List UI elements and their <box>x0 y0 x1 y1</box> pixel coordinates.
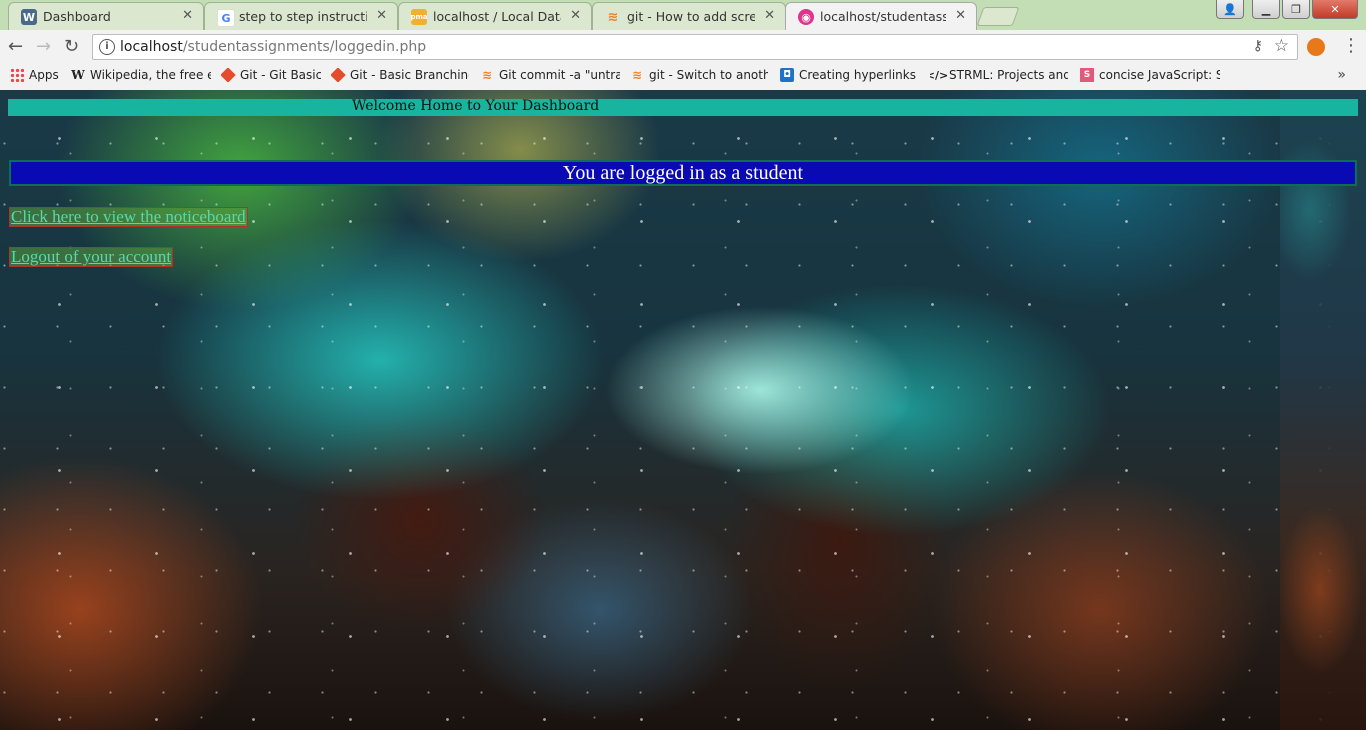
welcome-text: Welcome Home to Your Dashboard <box>352 98 600 114</box>
bookmark-label: Apps <box>29 68 59 82</box>
s-icon: S <box>1080 68 1094 82</box>
wikipedia-icon: W <box>71 68 85 82</box>
info-icon[interactable]: i <box>99 39 115 55</box>
maximize-button[interactable]: ❐ <box>1282 0 1310 19</box>
bookmark-apps[interactable]: Apps <box>10 68 62 82</box>
link-icon: ◘ <box>780 68 794 82</box>
user-icon[interactable]: 👤 <box>1216 0 1244 19</box>
bookmark-git-switch[interactable]: ≋ git - Switch to anothe <box>630 68 768 82</box>
bookmark-label: Git commit -a "untrac <box>499 68 620 82</box>
tab-local-database[interactable]: pma localhost / Local Databa ✕ <box>398 2 592 30</box>
wordpress-icon: W <box>21 9 37 25</box>
logged-in-banner: You are logged in as a student <box>9 160 1357 186</box>
minimize-button[interactable]: ▁ <box>1252 0 1280 19</box>
browser-toolbar: ← → ↻ i localhost/studentassignments/log… <box>0 30 1366 65</box>
close-icon[interactable]: ✕ <box>570 8 581 23</box>
extension-icon[interactable] <box>1307 38 1325 56</box>
bookmark-creating-hyperlinks[interactable]: ◘ Creating hyperlinks - L <box>780 68 918 82</box>
stackoverflow-icon: ≋ <box>607 9 619 25</box>
close-icon[interactable]: ✕ <box>955 8 966 23</box>
bookmark-label: Wikipedia, the free en <box>90 68 211 82</box>
logged-in-text: You are logged in as a student <box>562 162 804 184</box>
google-icon: G <box>217 9 235 27</box>
close-window-button[interactable]: ✕ <box>1312 0 1358 19</box>
more-bookmarks-icon[interactable]: » <box>1337 67 1346 83</box>
key-icon[interactable]: ⚷ <box>1253 38 1263 54</box>
git-icon <box>221 68 236 82</box>
address-bar[interactable]: i localhost/studentassignments/loggedin.… <box>92 34 1298 60</box>
bookmark-wikipedia[interactable]: W Wikipedia, the free en <box>71 68 211 82</box>
window-controls: 👤 ▁ ❐ ✕ <box>1216 0 1358 19</box>
nebula-background <box>0 90 1366 730</box>
git-icon <box>331 68 346 82</box>
bookmark-star-icon[interactable]: ☆ <box>1274 36 1289 56</box>
new-tab-button[interactable] <box>976 7 1020 26</box>
tab-step-instructions[interactable]: G step to step instructions ✕ <box>204 2 398 30</box>
stackoverflow-icon: ≋ <box>481 68 493 82</box>
tab-dashboard[interactable]: W Dashboard ✕ <box>8 2 204 30</box>
code-icon: </> <box>930 68 949 82</box>
bookmark-label: STRML: Projects and V <box>949 68 1068 82</box>
site-icon: ◉ <box>798 9 814 25</box>
close-icon[interactable]: ✕ <box>182 8 193 23</box>
tab-git-screenshot[interactable]: ≋ git - How to add screens ✕ <box>592 2 786 30</box>
close-icon[interactable]: ✕ <box>376 8 387 23</box>
bookmark-strml[interactable]: </> STRML: Projects and V <box>930 68 1068 82</box>
reload-icon[interactable]: ↻ <box>64 36 79 57</box>
bookmark-label: Git - Git Basics <box>240 68 321 82</box>
tab-title: step to step instructions <box>239 9 367 24</box>
bookmark-concise-js[interactable]: S concise JavaScript: Sli <box>1080 68 1220 82</box>
background-tile-edge <box>1280 90 1366 730</box>
tab-strip: W Dashboard ✕ G step to step instruction… <box>0 0 1366 31</box>
bookmark-git-commit[interactable]: ≋ Git commit -a "untrac <box>480 68 620 82</box>
close-icon[interactable]: ✕ <box>764 8 775 23</box>
page-content: Welcome Home to Your Dashboard You are l… <box>0 90 1366 730</box>
tab-studentassignments[interactable]: ◉ localhost/studentassignm ✕ <box>785 2 977 31</box>
bookmark-git-branching[interactable]: Git - Basic Branching a <box>331 68 469 82</box>
logout-link[interactable]: Logout of your account <box>9 247 174 267</box>
url-text[interactable]: localhost/studentassignments/loggedin.ph… <box>120 39 426 55</box>
bookmark-label: concise JavaScript: Sli <box>1099 68 1220 82</box>
bookmarks-bar: Apps W Wikipedia, the free en Git - Git … <box>0 64 1366 91</box>
bookmark-label: Git - Basic Branching a <box>350 68 469 82</box>
tab-title: Dashboard <box>43 9 111 24</box>
bookmark-git-basics[interactable]: Git - Git Basics <box>221 68 321 82</box>
phpmyadmin-icon: pma <box>410 9 428 25</box>
noticeboard-link[interactable]: Click here to view the noticeboard <box>9 207 248 227</box>
tab-title: git - How to add screens <box>627 9 755 24</box>
stackoverflow-icon: ≋ <box>631 68 643 82</box>
forward-icon[interactable]: → <box>36 36 51 57</box>
back-icon[interactable]: ← <box>8 36 23 57</box>
menu-icon[interactable]: ⋮ <box>1342 35 1360 56</box>
tab-title: localhost / Local Databa <box>433 9 561 24</box>
tab-title: localhost/studentassignm <box>820 9 946 24</box>
bookmark-label: Creating hyperlinks - L <box>799 68 918 82</box>
apps-icon <box>10 68 24 82</box>
bookmark-label: git - Switch to anothe <box>649 68 768 82</box>
welcome-bar: Welcome Home to Your Dashboard <box>8 98 1358 116</box>
